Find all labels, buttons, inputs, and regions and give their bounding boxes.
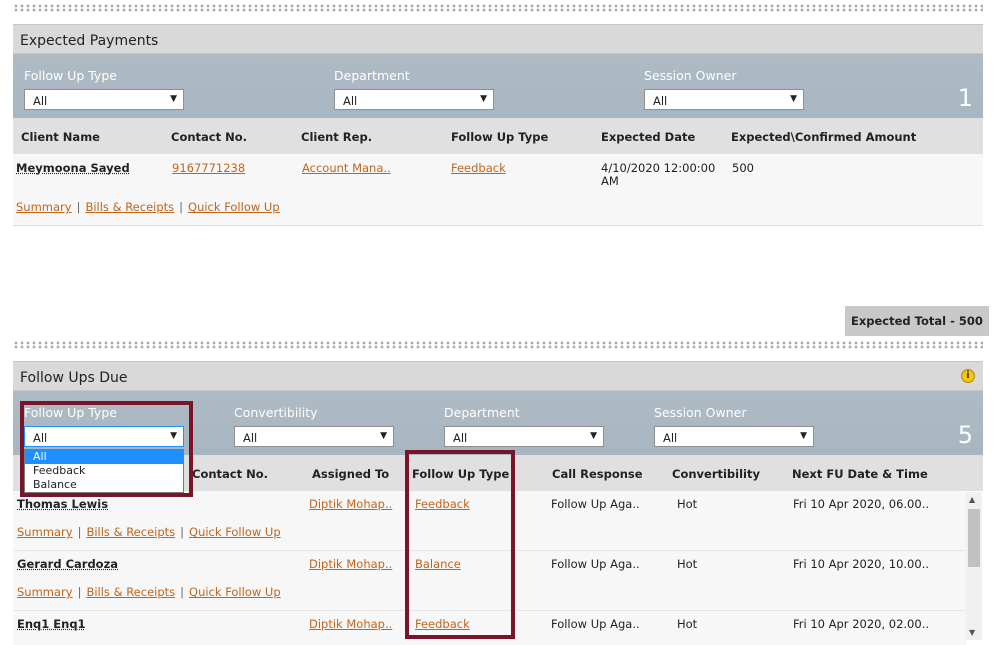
summary-link[interactable]: Summary <box>16 200 72 214</box>
row-action-links: Summary | Bills & Receipts | Quick Follow Up <box>16 200 280 214</box>
column-header: Contact No. <box>171 130 247 144</box>
expected-date-ampm: AM <box>601 174 619 188</box>
chevron-down-icon: ▼ <box>480 94 487 104</box>
dotted-divider <box>13 4 983 12</box>
next-fu-datetime: Fri 10 Apr 2020, 10.00.. <box>793 557 930 571</box>
call-response: Follow Up Aga.. <box>551 617 640 631</box>
filter-label-department: Department <box>444 405 520 420</box>
follow-up-type-select[interactable]: All ▼ <box>24 89 184 110</box>
filter-label-session-owner: Session Owner <box>644 68 737 83</box>
filter-label-department: Department <box>334 68 410 83</box>
dotted-divider <box>13 341 983 349</box>
record-count: 5 <box>957 421 973 449</box>
chevron-down-icon: ▼ <box>790 94 797 104</box>
department-select[interactable]: All ▼ <box>334 89 494 110</box>
expected-payments-section: Expected Payments Follow Up Type All ▼ De… <box>13 24 983 118</box>
record-count: 1 <box>957 84 973 112</box>
call-response: Follow Up Aga.. <box>551 557 640 571</box>
assigned-to-link[interactable]: Diptik Mohap.. <box>309 557 392 571</box>
client-rep-link[interactable]: Account Mana.. <box>302 161 391 175</box>
convertibility-value: Hot <box>677 497 698 511</box>
chevron-down-icon: ▼ <box>170 94 177 104</box>
scroll-up-icon[interactable]: ▲ <box>969 495 975 504</box>
assigned-to-link[interactable]: Diptik Mohap.. <box>309 617 392 631</box>
expected-amount: 500 <box>732 161 754 175</box>
chevron-down-icon: ▼ <box>590 431 597 441</box>
column-header: Expected\Confirmed Amount <box>731 130 917 144</box>
quick-follow-up-link[interactable]: Quick Follow Up <box>189 525 281 539</box>
chevron-down-icon: ▼ <box>380 431 387 441</box>
highlight-box-follow-up-type-column <box>405 450 515 639</box>
client-name-link[interactable]: Meymoona Sayed <box>16 161 130 175</box>
convertibility-value: Hot <box>677 617 698 631</box>
filter-label-convertibility: Convertibility <box>234 405 318 420</box>
quick-follow-up-link[interactable]: Quick Follow Up <box>189 585 281 599</box>
call-response: Follow Up Aga.. <box>551 497 640 511</box>
session-owner-select[interactable]: All ▼ <box>644 89 804 110</box>
chevron-down-icon: ▼ <box>800 431 807 441</box>
follow-up-type-link[interactable]: Feedback <box>451 161 506 175</box>
column-header: Call Response <box>552 467 643 481</box>
column-header: Client Name <box>21 130 100 144</box>
scroll-thumb[interactable] <box>968 509 980 567</box>
summary-link[interactable]: Summary <box>17 585 73 599</box>
row-action-links: Summary | Bills & Receipts | Quick Follow Up <box>17 585 281 599</box>
column-header: Next FU Date & Time <box>792 467 928 481</box>
department-select[interactable]: All ▼ <box>444 426 604 447</box>
convertibility-select[interactable]: All ▼ <box>234 426 394 447</box>
filter-label-follow-up-type: Follow Up Type <box>24 68 117 83</box>
client-name-link[interactable]: Enq1 Enq1 <box>17 617 86 631</box>
quick-follow-up-link[interactable]: Quick Follow Up <box>188 200 280 214</box>
assigned-to-link[interactable]: Diptik Mohap.. <box>309 497 392 511</box>
summary-link[interactable]: Summary <box>17 525 73 539</box>
scroll-down-icon[interactable]: ▼ <box>969 628 975 637</box>
client-name-link[interactable]: Thomas Lewis <box>17 497 108 511</box>
expected-total: Expected Total - 500 <box>845 306 989 336</box>
bills-receipts-link[interactable]: Bills & Receipts <box>85 200 174 214</box>
expected-filter-bar: Follow Up Type All ▼ Department All ▼ Sess… <box>13 54 983 118</box>
table-row: Meymoona Sayed 9167771238 Account Mana..… <box>13 154 983 226</box>
vertical-scrollbar[interactable]: ▲ ▼ <box>966 492 982 640</box>
column-header: Convertibility <box>672 467 760 481</box>
session-owner-select[interactable]: All ▼ <box>654 426 814 447</box>
expected-payments-title: Expected Payments <box>13 24 983 54</box>
expected-date: 4/10/2020 12:00:00 <box>601 161 716 175</box>
next-fu-datetime: Fri 10 Apr 2020, 06.00.. <box>793 497 930 511</box>
column-header: Expected Date <box>601 130 696 144</box>
info-icon[interactable]: i <box>961 369 975 383</box>
contact-number-link[interactable]: 9167771238 <box>172 161 245 175</box>
bills-receipts-link[interactable]: Bills & Receipts <box>86 585 175 599</box>
follow-ups-due-title: Follow Ups Due i <box>13 361 983 391</box>
column-header: Client Rep. <box>301 130 373 144</box>
filter-label-session-owner: Session Owner <box>654 405 747 420</box>
column-header: Contact No. <box>192 467 268 481</box>
next-fu-datetime: Fri 10 Apr 2020, 02.00.. <box>793 617 930 631</box>
column-header: Assigned To <box>312 467 390 481</box>
convertibility-value: Hot <box>677 557 698 571</box>
highlight-box-filter <box>20 401 193 497</box>
row-action-links: Summary | Bills & Receipts | Quick Follow Up <box>17 525 281 539</box>
bills-receipts-link[interactable]: Bills & Receipts <box>86 525 175 539</box>
column-header: Follow Up Type <box>451 130 549 144</box>
expected-table-header: Client Name Contact No. Client Rep. Foll… <box>13 118 983 154</box>
client-name-link[interactable]: Gerard Cardoza <box>17 557 118 571</box>
